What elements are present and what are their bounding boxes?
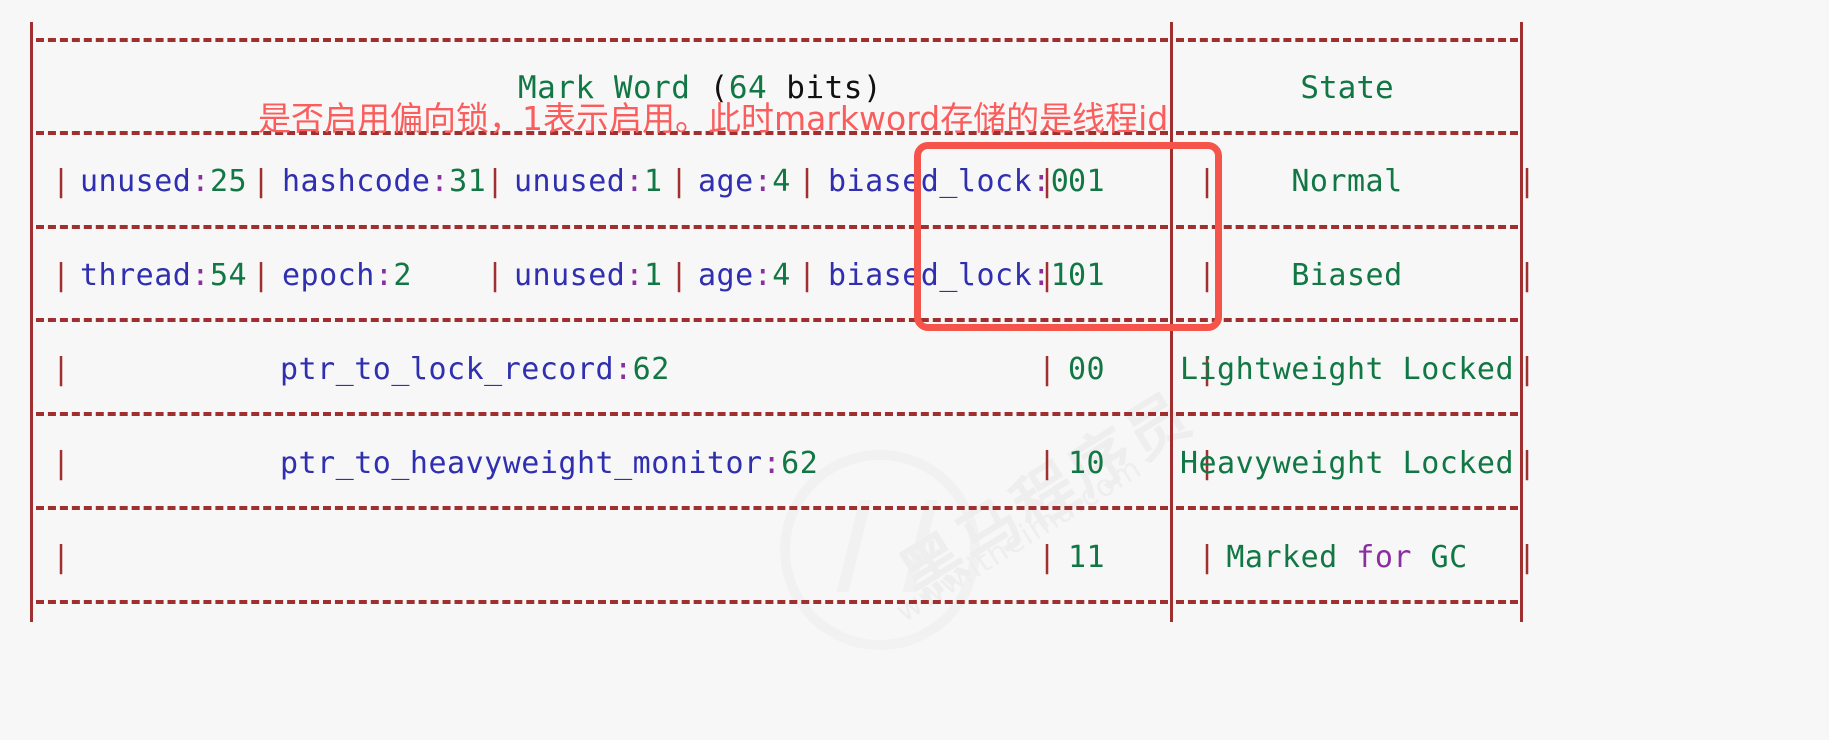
row-gc-bar-1: | xyxy=(1038,540,1057,575)
field-label: unused xyxy=(514,164,626,199)
hrule-5-right xyxy=(1176,506,1518,510)
row-biased-state: Biased xyxy=(1291,258,1403,293)
field-label: epoch xyxy=(282,258,375,293)
hrule-4-right xyxy=(1176,412,1518,416)
field-value: 62 xyxy=(632,352,670,387)
gc-state-post: GC xyxy=(1411,540,1468,575)
row-biased-bits: 01 xyxy=(1068,258,1106,293)
state-column-header: State xyxy=(1300,70,1394,106)
hrule-3-left xyxy=(36,318,1168,322)
row-biased-bar-3: | xyxy=(670,258,689,293)
field-value: 2 xyxy=(393,258,412,293)
field-label: hashcode xyxy=(282,164,431,199)
field-label: biased_lock xyxy=(828,258,1033,293)
row-normal-bar-1: | xyxy=(252,164,271,199)
row-normal-state: Normal xyxy=(1291,164,1403,199)
border-left xyxy=(30,22,33,622)
row-lightweight-bar-1: | xyxy=(1038,352,1057,387)
row-lightweight-field-ptr: ptr_to_lock_record:62 xyxy=(280,342,670,398)
field-value: 4 xyxy=(772,164,791,199)
biased-lock-annotation: 是否启用偏向锁，1表示启用。此时markword存储的是线程id xyxy=(258,99,1169,138)
field-colon: : xyxy=(191,164,210,199)
border-col-divider xyxy=(1170,22,1173,622)
row-biased-field-thread54: thread:54 xyxy=(80,248,247,304)
field-label: biased_lock xyxy=(828,164,1033,199)
field-value: 31 xyxy=(449,164,487,199)
row-normal-bar-4: | xyxy=(798,164,817,199)
field-value: 54 xyxy=(209,258,248,293)
row-biased-field-unused1: unused:1 xyxy=(514,248,663,304)
row-gc-bar-0: | xyxy=(52,540,71,575)
markword-diagram: 黑马程序员 www.itheima.com Mark Word (64 bits… xyxy=(0,0,1829,740)
field-value: 62 xyxy=(781,446,819,481)
gc-state-pre: Marked xyxy=(1226,540,1357,575)
field-colon: : xyxy=(625,164,644,199)
field-value: 25 xyxy=(209,164,248,199)
field-colon: : xyxy=(191,258,210,293)
field-colon: : xyxy=(753,164,773,199)
row-heavyweight-state: Heavyweight Locked xyxy=(1179,446,1515,481)
hrule-top-right xyxy=(1176,38,1518,42)
row-heavyweight-field-ptr: ptr_to_heavyweight_monitor:62 xyxy=(280,436,818,492)
row-biased-bar-2: | xyxy=(486,258,505,293)
row-biased-bar-4: | xyxy=(798,258,817,293)
field-value: 4 xyxy=(772,258,791,293)
row-lightweight-state: Lightweight Locked xyxy=(1179,352,1515,387)
field-label: ptr_to_lock_record xyxy=(280,352,615,387)
row-normal-field-hashcode31: hashcode:31 xyxy=(282,154,486,210)
hrule-top-left xyxy=(36,38,1168,42)
hrule-1-right xyxy=(1176,131,1518,135)
row-biased-bar-7: | xyxy=(1518,258,1537,293)
row-gc-bits: 11 xyxy=(1068,540,1106,575)
field-colon: : xyxy=(625,258,644,293)
row-heavyweight-bar-1: | xyxy=(1038,446,1057,481)
row-heavyweight-bits: 10 xyxy=(1068,446,1106,481)
hrule-5-left xyxy=(36,506,1168,510)
row-biased-field-biasedlock1: biased_lock:1 xyxy=(828,248,1069,304)
row-normal-field-unused25: unused:25 xyxy=(80,154,247,210)
row-biased-bar-1: | xyxy=(252,258,271,293)
row-heavyweight-bar-0: | xyxy=(52,446,71,481)
row-normal-bar-7: | xyxy=(1518,164,1537,199)
field-label: unused xyxy=(80,164,192,199)
row-normal-bar-3: | xyxy=(670,164,689,199)
hrule-3-right xyxy=(1176,318,1518,322)
row-biased-field-age4: age:4 xyxy=(698,248,791,304)
field-label: ptr_to_heavyweight_monitor xyxy=(280,446,763,481)
row-lightweight-bar-0: | xyxy=(52,352,71,387)
field-colon: : xyxy=(374,258,394,293)
row-normal-bar-2: | xyxy=(486,164,505,199)
row-normal-field-age4: age:4 xyxy=(698,154,791,210)
row-normal-field-unused1: unused:1 xyxy=(514,154,663,210)
row-normal-field-biasedlock0: biased_lock:0 xyxy=(828,154,1069,210)
row-lightweight-bits: 00 xyxy=(1068,352,1106,387)
row-normal-bar-5: | xyxy=(1038,164,1057,199)
row-biased-field-epoch2: epoch:2 xyxy=(282,248,412,304)
field-value: 1 xyxy=(643,258,663,293)
row-normal-bar-0: | xyxy=(52,164,71,199)
hrule-bottom-right xyxy=(1176,600,1518,604)
field-label: age xyxy=(698,258,754,293)
field-value: 1 xyxy=(643,164,663,199)
ascii-table: Mark Word (64 bits) State 是否启用偏向锁，1表示启用。… xyxy=(0,0,1829,740)
row-gc-state: Marked for GC xyxy=(1176,530,1518,586)
row-biased-bar-5: | xyxy=(1038,258,1057,293)
row-biased-bar-0: | xyxy=(52,258,71,293)
row-normal-bits: 01 xyxy=(1068,164,1106,199)
field-label: thread xyxy=(80,258,192,293)
hrule-4-left xyxy=(36,412,1168,416)
field-colon: : xyxy=(753,258,773,293)
field-label: age xyxy=(698,164,754,199)
row-lightweight-bar-3: | xyxy=(1518,352,1537,387)
gc-state-keyword: for xyxy=(1356,540,1412,575)
row-gc-bar-3: | xyxy=(1518,540,1537,575)
hrule-bottom-left xyxy=(36,600,1168,604)
field-label: unused xyxy=(514,258,626,293)
hrule-2-left xyxy=(36,225,1168,229)
row-heavyweight-bar-3: | xyxy=(1518,446,1537,481)
field-colon: : xyxy=(430,164,450,199)
hrule-2-right xyxy=(1176,225,1518,229)
field-colon: : xyxy=(762,446,782,481)
field-colon: : xyxy=(614,352,633,387)
